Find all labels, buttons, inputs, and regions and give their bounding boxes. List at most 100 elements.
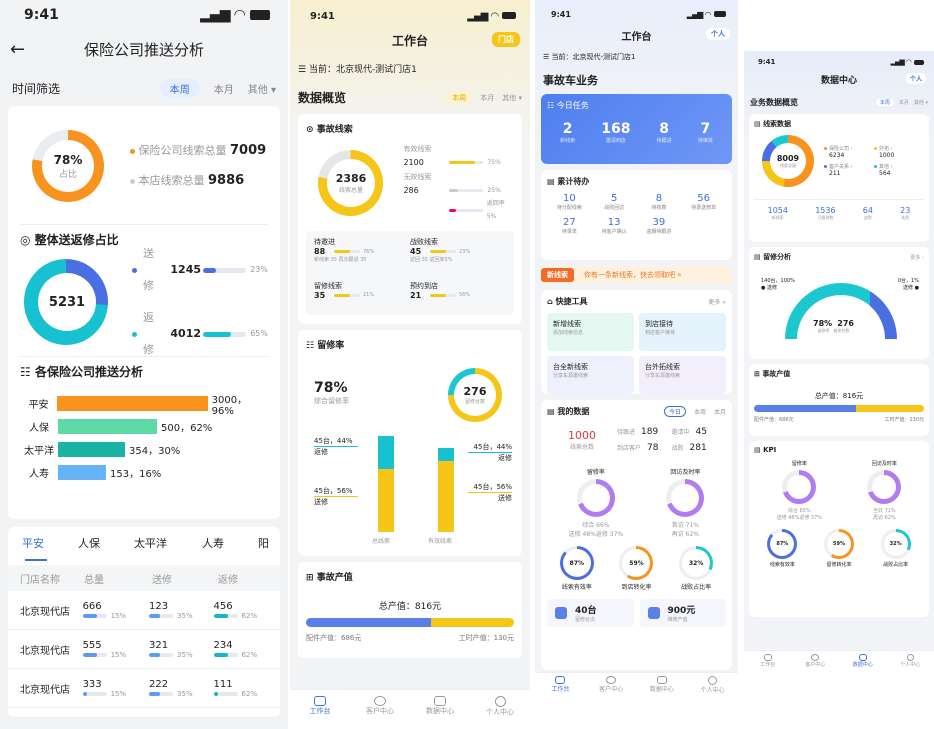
tab-taipingyang[interactable]: 太平洋 bbox=[134, 535, 202, 551]
user-icon bbox=[708, 676, 718, 685]
table-body: 北京现代店 666 15% 123 35% 456 62% 北京现代店 555 15% 321 35%… bbox=[8, 591, 280, 708]
pending-item[interactable]: 10 待分配线索 bbox=[547, 193, 592, 211]
wallet-icon bbox=[647, 607, 660, 619]
tab-pingan[interactable]: 平安 bbox=[22, 535, 78, 551]
chart-icon bbox=[858, 654, 867, 661]
tab-week[interactable]: 本周 bbox=[694, 407, 706, 416]
value-cell: 234 62% bbox=[213, 639, 258, 659]
tab-workbench[interactable]: 工作台 bbox=[290, 696, 350, 729]
my-data-summary-tile[interactable]: 40台 留修台次 bbox=[547, 599, 634, 627]
tab-today[interactable]: 今日 bbox=[663, 406, 686, 417]
kpi-multi-ring: 留修率 综合 65% 送修 48%返修 37% bbox=[776, 461, 823, 521]
clue-stat[interactable]: 1054 新线索 bbox=[768, 206, 788, 221]
status-bar: 9:41 ▂▄▆ ◠ bbox=[0, 0, 288, 30]
users-icon bbox=[606, 676, 617, 684]
tab-renshou[interactable]: 人寿 bbox=[202, 535, 258, 551]
filter-month[interactable]: 本月 bbox=[214, 81, 234, 96]
page-title: 工作台 bbox=[621, 32, 652, 43]
new-clue-banner[interactable]: 新线索 你有一条新线索，快去领取吧 » bbox=[541, 266, 732, 284]
filter-other[interactable]: 其他 ▾ bbox=[914, 99, 928, 106]
company-tabs: 平安 人保 太平洋 人寿 阳 bbox=[8, 527, 280, 559]
my-data-summary-tile[interactable]: 900元 维修产值 bbox=[639, 599, 726, 627]
page-title: 数据中心 bbox=[820, 76, 857, 86]
clue-legend-item[interactable]: 外拓 › 1000 bbox=[874, 145, 924, 159]
page-title: 工作台 bbox=[391, 34, 428, 48]
tab-bar: 工作台 客户中心 数据中心 个人中心 bbox=[290, 689, 530, 729]
tab-yang[interactable]: 阳 bbox=[258, 535, 269, 551]
clue-legend-item[interactable]: 保险公司 › 6234 bbox=[824, 145, 874, 159]
tools-more-link[interactable]: 更多 » bbox=[708, 297, 726, 306]
section-title: 事故车业务 bbox=[543, 74, 598, 87]
filter-week[interactable]: 本周 bbox=[446, 91, 473, 104]
pending-item[interactable]: 13 待客户确认 bbox=[592, 217, 637, 235]
tab-data[interactable]: 数据中心 bbox=[410, 696, 470, 729]
tab-workbench[interactable]: 工作台 bbox=[535, 676, 586, 700]
tab-month[interactable]: 本月 bbox=[714, 407, 726, 416]
clue-stat[interactable]: 1536 已跟进数 bbox=[815, 206, 835, 221]
kpi-card: ▤ KPI 留修率 综合 65% 送修 48%返修 37% 回访及时率 当日 71% 再访… bbox=[749, 441, 929, 617]
pending-item[interactable]: 39 逾期待跟进 bbox=[637, 217, 682, 235]
pending-item[interactable]: 27 待录单 bbox=[547, 217, 592, 235]
nav-bar: ← 保险公司推送分析 bbox=[0, 30, 288, 70]
filter-other[interactable]: 其他 ▾ bbox=[248, 81, 276, 96]
user-icon bbox=[906, 654, 914, 661]
filter-month[interactable]: 本月 bbox=[899, 99, 909, 106]
tab-renbao[interactable]: 人保 bbox=[78, 535, 134, 551]
pending-item[interactable]: 5 战败回访 bbox=[592, 193, 637, 211]
table-row[interactable]: 北京现代店 333 15% 222 35% 111 62% bbox=[8, 669, 280, 708]
clue-stat-cell[interactable]: 留修线索 35 21% bbox=[314, 281, 410, 310]
tab-data[interactable]: 数据中心 bbox=[839, 654, 887, 674]
filter-week[interactable]: 本周 bbox=[159, 78, 200, 98]
quick-tool-tile[interactable]: 台全新线索 分享车源邀线索 bbox=[547, 356, 634, 394]
cell-bar-mark bbox=[213, 652, 229, 657]
bar-category-label: 人保 bbox=[29, 423, 49, 434]
tab-workbench[interactable]: 工作台 bbox=[744, 654, 792, 674]
clue-legend-item[interactable]: 其他 › 564 bbox=[874, 163, 924, 177]
tab-customers[interactable]: 客户中心 bbox=[350, 696, 410, 729]
tab-profile[interactable]: 个人中心 bbox=[470, 696, 530, 729]
personal-badge[interactable]: 个人 bbox=[706, 28, 730, 40]
tab-profile[interactable]: 个人中心 bbox=[887, 654, 934, 674]
overview-title: 数据概览 bbox=[298, 91, 347, 105]
filter-week[interactable]: 本周 bbox=[875, 99, 894, 106]
current-store[interactable]: ☰ 当前：北京现代-测试门店1 bbox=[290, 56, 530, 81]
filter-month[interactable]: 本月 bbox=[480, 93, 494, 103]
tab-customers[interactable]: 客户中心 bbox=[792, 654, 840, 674]
tab-customers[interactable]: 客户中心 bbox=[586, 676, 637, 700]
monitor-icon bbox=[763, 654, 772, 661]
filter-other[interactable]: 其他 ▾ bbox=[502, 93, 522, 103]
my-data-stat: 到店客户 78 bbox=[617, 443, 659, 453]
kpi-multi-ring: 回访及时率 当日 71% 再访 62% bbox=[867, 460, 902, 521]
clue-legend-item[interactable]: 客户关系 › 211 bbox=[824, 163, 874, 177]
table-row[interactable]: 北京现代店 555 15% 321 35% 234 62% bbox=[8, 630, 280, 669]
tab-data[interactable]: 数据中心 bbox=[637, 676, 688, 700]
pending-item[interactable]: 8 待核算 bbox=[637, 193, 682, 211]
monitor-icon bbox=[555, 676, 566, 684]
phone-data-center: 9:41 ▂▄▆ ◠ 数据中心 个人 业务数据概览 本周 本月 其他 ▾ ▤ 线… bbox=[744, 51, 934, 674]
cell-bar-mark bbox=[82, 652, 97, 657]
pending-item[interactable]: 56 待录送修单 bbox=[681, 193, 726, 211]
retain-more-link[interactable]: 更多 › bbox=[910, 254, 924, 261]
table-row[interactable]: 北京现代店 666 15% 123 35% 456 62% bbox=[8, 591, 280, 630]
back-arrow-icon[interactable]: ← bbox=[10, 30, 25, 70]
store-badge[interactable]: 门店 bbox=[492, 32, 520, 47]
today-task-item[interactable]: 168 邀请到店 bbox=[601, 121, 630, 144]
today-task-item[interactable]: 2 新线索 bbox=[560, 121, 575, 144]
clue-stat[interactable]: 23 失败 bbox=[900, 206, 910, 221]
value-cell: 222 35% bbox=[149, 678, 193, 698]
current-store[interactable]: ☰ 当前：北京现代-测试门店1 bbox=[535, 50, 738, 64]
clue-stat[interactable]: 64 战败 bbox=[863, 206, 873, 221]
bar-mark bbox=[58, 419, 157, 434]
personal-badge[interactable]: 个人 bbox=[905, 73, 926, 84]
clue-stat-cell[interactable]: 战败线索 45 23% 返回 35 返回率5% bbox=[410, 237, 506, 273]
clue-stat-cell[interactable]: 预约到店 21 56% bbox=[410, 281, 506, 310]
today-task-item[interactable]: 7 待审批 bbox=[698, 121, 713, 144]
signal-icon: ▂▄▆ bbox=[200, 7, 230, 23]
clue-stat-cell[interactable]: 待邀进 88 76% 新线索 35 再次跟进 35 bbox=[314, 237, 410, 273]
quick-tool-tile[interactable]: 到店接待 到店客户接待 bbox=[639, 313, 726, 351]
tab-profile[interactable]: 个人中心 bbox=[687, 676, 738, 700]
today-task-item[interactable]: 8 待跟进 bbox=[657, 121, 672, 144]
value-cell: 333 15% bbox=[82, 678, 127, 698]
quick-tool-tile[interactable]: 台外拓线索 分享车源邀线索 bbox=[639, 356, 726, 394]
quick-tool-tile[interactable]: 新增线索 添加线索信息 bbox=[547, 313, 634, 351]
